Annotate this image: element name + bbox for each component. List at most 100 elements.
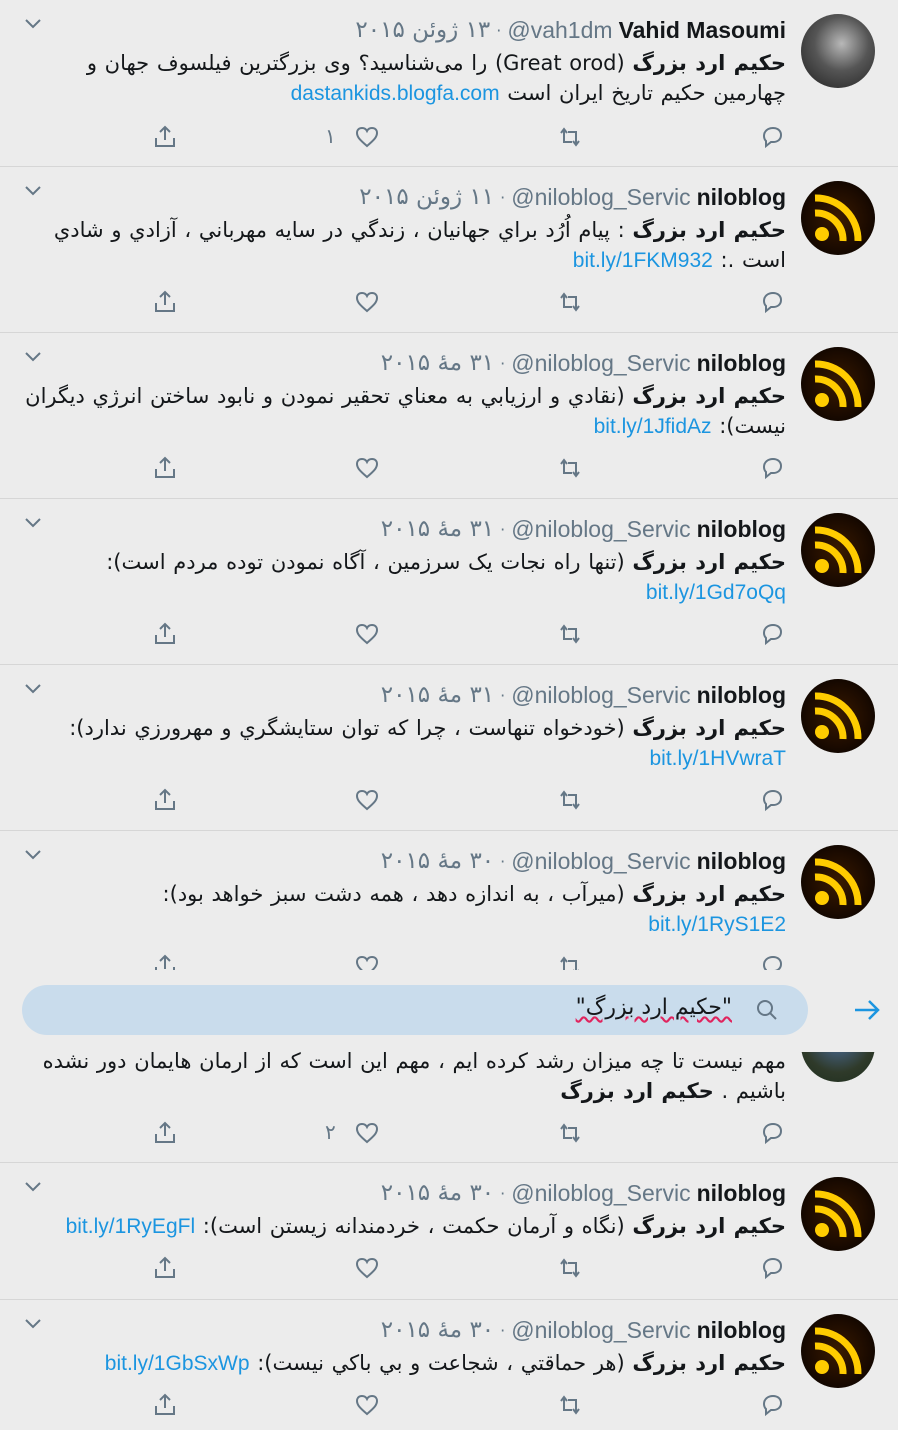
- chevron-down-icon[interactable]: [24, 517, 42, 529]
- tweet[interactable]: niloblog @niloblog_Servic · ۳۰ مهٔ ۲۰۱۵ …: [0, 831, 898, 970]
- share-button[interactable]: [150, 619, 180, 649]
- chevron-down-icon[interactable]: [24, 351, 42, 363]
- tweet-link[interactable]: bit.ly/1GbSxWp: [105, 1352, 250, 1375]
- tweet-link[interactable]: bit.ly/1RyS1E2: [648, 913, 786, 936]
- tweet[interactable]: niloblog @niloblog_Servic · ۳۱ مهٔ ۲۰۱۵ …: [0, 665, 898, 831]
- tweet[interactable]: niloblog @niloblog_Servic · ۳۰ مهٔ ۲۰۱۵ …: [0, 1300, 898, 1430]
- like-button[interactable]: [352, 453, 382, 483]
- reply-button[interactable]: [757, 619, 787, 649]
- reply-button[interactable]: [757, 951, 787, 970]
- like-button[interactable]: [352, 1390, 382, 1420]
- like-button[interactable]: [352, 122, 382, 152]
- search-input[interactable]: "حکیم ارد بزرگ": [22, 985, 808, 1035]
- tweet[interactable]: niloblog @niloblog_Servic · ۱۱ ژوئن ۲۰۱۵…: [0, 167, 898, 333]
- retweet-button[interactable]: [555, 619, 585, 649]
- retweet-button[interactable]: [555, 785, 585, 815]
- tweet-link[interactable]: bit.ly/1JfidAz: [594, 415, 712, 438]
- like-button[interactable]: [352, 287, 382, 317]
- reply-button[interactable]: [757, 1390, 787, 1420]
- search-icon[interactable]: [754, 997, 780, 1023]
- author-handle[interactable]: @vah1dm: [507, 17, 612, 44]
- reply-button[interactable]: [757, 122, 787, 152]
- author-name[interactable]: Vahid Masoumi: [619, 17, 786, 44]
- author-handle[interactable]: @niloblog_Servic: [511, 1317, 690, 1344]
- avatar[interactable]: [801, 513, 875, 587]
- like-button[interactable]: [352, 785, 382, 815]
- retweet-button[interactable]: [555, 1118, 585, 1148]
- tweet-link[interactable]: bit.ly/1Gd7oQq: [646, 581, 786, 604]
- chevron-down-icon[interactable]: [24, 849, 42, 861]
- tweet[interactable]: niloblog @niloblog_Servic · ۳۱ مهٔ ۲۰۱۵ …: [0, 333, 898, 499]
- avatar[interactable]: [801, 845, 875, 919]
- tweet-date[interactable]: ۳۱ مهٔ ۲۰۱۵: [381, 682, 494, 708]
- retweet-button[interactable]: [555, 453, 585, 483]
- tweet-date[interactable]: ۱۱ ژوئن ۲۰۱۵: [359, 184, 494, 210]
- like-button[interactable]: [352, 1118, 382, 1148]
- share-button[interactable]: [150, 1118, 180, 1148]
- tweet-date[interactable]: ۳۰ مهٔ ۲۰۱۵: [381, 1180, 494, 1206]
- tweet-date[interactable]: ۳۱ مهٔ ۲۰۱۵: [381, 350, 494, 376]
- tweet-link[interactable]: bit.ly/1HVwraT: [649, 747, 786, 770]
- author-handle[interactable]: @niloblog_Servic: [511, 350, 690, 377]
- chevron-down-icon[interactable]: [24, 1181, 42, 1193]
- separator-dot: ·: [496, 20, 502, 40]
- tweet-date[interactable]: ۳۱ مهٔ ۲۰۱۵: [381, 516, 494, 542]
- tweet[interactable]: niloblog @niloblog_Servic · ۳۱ مهٔ ۲۰۱۵ …: [0, 499, 898, 665]
- retweet-button[interactable]: [555, 287, 585, 317]
- tweet[interactable]: مهم نیست تا چه میزان رشد کرده ایم ، مهم …: [0, 1052, 898, 1163]
- author-name[interactable]: niloblog: [697, 350, 786, 377]
- chevron-down-icon[interactable]: [24, 683, 42, 695]
- avatar[interactable]: [801, 1314, 875, 1388]
- like-button[interactable]: [352, 951, 382, 970]
- tweet[interactable]: niloblog @niloblog_Servic · ۳۰ مهٔ ۲۰۱۵ …: [0, 1163, 898, 1300]
- author-name[interactable]: niloblog: [697, 1317, 786, 1344]
- reply-button[interactable]: [757, 1253, 787, 1283]
- reply-button[interactable]: [757, 287, 787, 317]
- tweet-date[interactable]: ۱۳ ژوئن ۲۰۱۵: [355, 17, 490, 43]
- author-handle[interactable]: @niloblog_Servic: [511, 682, 690, 709]
- tweet-date[interactable]: ۳۰ مهٔ ۲۰۱۵: [381, 848, 494, 874]
- author-handle[interactable]: @niloblog_Servic: [511, 848, 690, 875]
- avatar[interactable]: [801, 181, 875, 255]
- share-button[interactable]: [150, 287, 180, 317]
- like-button[interactable]: [352, 1253, 382, 1283]
- share-button[interactable]: [150, 1253, 180, 1283]
- avatar[interactable]: [801, 679, 875, 753]
- reply-button[interactable]: [757, 453, 787, 483]
- retweet-button[interactable]: [555, 1253, 585, 1283]
- reply-button[interactable]: [757, 1118, 787, 1148]
- avatar[interactable]: [801, 1052, 875, 1082]
- retweet-button[interactable]: [555, 951, 585, 970]
- tweet-link[interactable]: bit.ly/1FKM932: [573, 249, 713, 272]
- chevron-down-icon[interactable]: [24, 18, 42, 30]
- share-button[interactable]: [150, 951, 180, 970]
- author-handle[interactable]: @niloblog_Servic: [511, 1180, 690, 1207]
- arrow-right-icon[interactable]: [852, 997, 882, 1023]
- share-button[interactable]: [150, 785, 180, 815]
- avatar[interactable]: [801, 347, 875, 421]
- tweet[interactable]: Vahid Masoumi @vah1dm · ۱۳ ژوئن ۲۰۱۵ حکی…: [0, 0, 898, 167]
- tweet-link[interactable]: dastankids.blogfa.com: [291, 82, 500, 105]
- tweet-date[interactable]: ۳۰ مهٔ ۲۰۱۵: [381, 1317, 494, 1343]
- avatar[interactable]: [801, 14, 875, 88]
- author-name[interactable]: niloblog: [697, 848, 786, 875]
- author-handle[interactable]: @niloblog_Servic: [511, 184, 690, 211]
- tweet-link[interactable]: bit.ly/1RyEgFl: [66, 1215, 196, 1238]
- retweet-button[interactable]: [555, 122, 585, 152]
- author-name[interactable]: niloblog: [697, 682, 786, 709]
- author-name[interactable]: niloblog: [697, 1180, 786, 1207]
- search-query[interactable]: "حکیم ارد بزرگ": [576, 995, 732, 1020]
- author-handle[interactable]: @niloblog_Servic: [511, 516, 690, 543]
- retweet-button[interactable]: [555, 1390, 585, 1420]
- share-button[interactable]: [150, 453, 180, 483]
- reply-button[interactable]: [757, 785, 787, 815]
- share-button[interactable]: [150, 122, 180, 152]
- avatar[interactable]: [801, 1177, 875, 1251]
- search-query-text[interactable]: "حکیم ارد بزرگ": [576, 995, 732, 1020]
- chevron-down-icon[interactable]: [24, 185, 42, 197]
- like-button[interactable]: [352, 619, 382, 649]
- chevron-down-icon[interactable]: [24, 1318, 42, 1330]
- share-button[interactable]: [150, 1390, 180, 1420]
- author-name[interactable]: niloblog: [697, 516, 786, 543]
- author-name[interactable]: niloblog: [697, 184, 786, 211]
